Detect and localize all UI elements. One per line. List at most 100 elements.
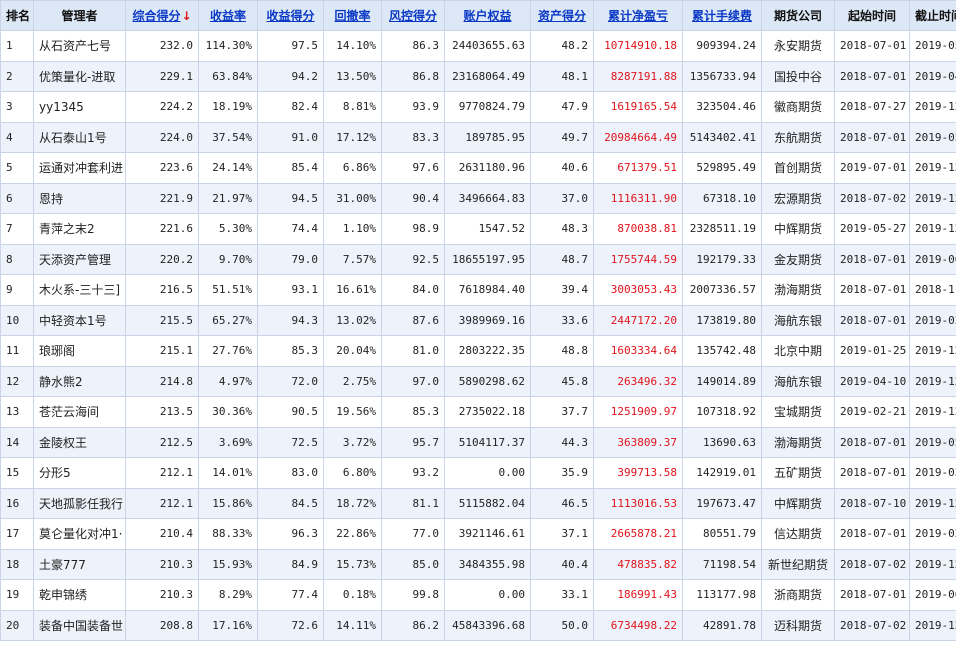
- table-cell-rank: 19: [0, 579, 34, 611]
- table-cell-risk-score: 92.5: [381, 243, 445, 275]
- table-cell-asset-score: 44.3: [530, 426, 594, 458]
- table-cell-risk-score: 85.0: [381, 548, 445, 580]
- table-cell-start: 2018-07-01: [834, 579, 910, 611]
- col-asset-score-sort[interactable]: 资产得分: [530, 0, 594, 31]
- table-cell-start: 2019-02-21: [834, 396, 910, 428]
- table-cell-start: 2019-05-27: [834, 213, 910, 245]
- table-cell-return-score: 85.3: [257, 335, 324, 367]
- table-row: 2 优策量化-进取 229.1 63.84% 94.2 13.50% 86.8 2316806…: [0, 60, 956, 92]
- table-cell-return-rate: 37.54%: [198, 121, 258, 153]
- table-cell-drawdown: 2.75%: [323, 365, 382, 397]
- col-return-rate-sort[interactable]: 收益率: [198, 0, 258, 31]
- table-cell-end: 2019-12-17: [909, 548, 956, 580]
- table-cell-risk-score: 97.6: [381, 152, 445, 184]
- table-cell-composite: 210.3: [125, 548, 199, 580]
- table-cell-fees: 113177.98: [682, 579, 762, 611]
- table-cell-equity: 1547.52: [444, 213, 531, 245]
- table-cell-fees: 149014.89: [682, 365, 762, 397]
- table-row: 11 琅琊阁 215.1 27.76% 85.3 20.04% 81.0 2803222.35…: [0, 335, 956, 367]
- table-cell-return-rate: 27.76%: [198, 335, 258, 367]
- table-cell-asset-score: 40.6: [530, 152, 594, 184]
- col-drawdown-sort[interactable]: 回撤率: [323, 0, 382, 31]
- table-cell-return-score: 93.1: [257, 274, 324, 306]
- table-cell-manager: yy1345: [33, 91, 126, 123]
- col-equity-sort[interactable]: 账户权益: [444, 0, 531, 31]
- table-cell-asset-score: 40.4: [530, 548, 594, 580]
- table-cell-end: 2019-05-08: [909, 30, 956, 62]
- table-cell-risk-score: 95.7: [381, 426, 445, 458]
- table-cell-broker: 徽商期货: [761, 91, 835, 123]
- table-cell-composite: 224.0: [125, 121, 199, 153]
- table-cell-return-score: 84.9: [257, 548, 324, 580]
- table-cell-broker: 中辉期货: [761, 487, 835, 519]
- col-risk-score-sort[interactable]: 风控得分: [381, 0, 445, 31]
- table-cell-end: 2019-02-28: [909, 518, 956, 550]
- table-cell-composite: 221.9: [125, 182, 199, 214]
- table-cell-drawdown: 15.73%: [323, 548, 382, 580]
- table-cell-drawdown: 13.50%: [323, 60, 382, 92]
- table-cell-return-rate: 30.36%: [198, 396, 258, 428]
- col-net-profit-sort[interactable]: 累计净盈亏: [593, 0, 683, 31]
- table-cell-equity: 2803222.35: [444, 335, 531, 367]
- table-cell-asset-score: 48.7: [530, 243, 594, 275]
- table-row: 9 木火系-三十三] 216.5 51.51% 93.1 16.61% 84.0 761898…: [0, 274, 956, 306]
- ranking-table: 排名 管理者 综合得分↓ 收益率 收益得分 回撤率 风控得分 账户权益 资产得分…: [0, 0, 956, 641]
- table-cell-return-score: 72.0: [257, 365, 324, 397]
- table-cell-broker: 海航东银: [761, 304, 835, 336]
- table-cell-broker: 首创期货: [761, 152, 835, 184]
- col-return-score-sort[interactable]: 收益得分: [257, 0, 324, 31]
- table-cell-return-rate: 24.14%: [198, 152, 258, 184]
- col-broker: 期货公司: [761, 0, 835, 31]
- table-cell-net-profit: 20984664.49: [593, 121, 683, 153]
- table-row: 3 yy1345 224.2 18.19% 82.4 8.81% 93.9 9770824.7…: [0, 91, 956, 123]
- table-cell-end: 2019-12-17: [909, 487, 956, 519]
- sort-down-arrow-icon: ↓: [181, 9, 192, 23]
- table-cell-equity: 23168064.49: [444, 60, 531, 92]
- table-cell-net-profit: 478835.82: [593, 548, 683, 580]
- table-cell-broker: 浙商期货: [761, 579, 835, 611]
- table-cell-return-rate: 17.16%: [198, 609, 258, 641]
- table-cell-return-rate: 15.93%: [198, 548, 258, 580]
- table-cell-end: 2019-12-17: [909, 609, 956, 641]
- table-row: 1 从石资产七号 232.0 114.30% 97.5 14.10% 86.3 2440365…: [0, 30, 956, 62]
- table-cell-equity: 18655197.95: [444, 243, 531, 275]
- table-cell-net-profit: 870038.81: [593, 213, 683, 245]
- col-fees-sort[interactable]: 累计手续费: [682, 0, 762, 31]
- table-cell-end: 2019-12-17: [909, 213, 956, 245]
- table-cell-start: 2018-07-01: [834, 60, 910, 92]
- table-cell-fees: 173819.80: [682, 304, 762, 336]
- table-cell-asset-score: 48.2: [530, 30, 594, 62]
- table-cell-composite: 224.2: [125, 91, 199, 123]
- table-cell-asset-score: 48.8: [530, 335, 594, 367]
- table-header: 排名 管理者 综合得分↓ 收益率 收益得分 回撤率 风控得分 账户权益 资产得分…: [0, 0, 956, 31]
- table-cell-asset-score: 33.6: [530, 304, 594, 336]
- table-cell-return-score: 94.3: [257, 304, 324, 336]
- table-cell-return-rate: 65.27%: [198, 304, 258, 336]
- col-composite-label: 综合得分: [132, 9, 181, 23]
- table-cell-net-profit: 2447172.20: [593, 304, 683, 336]
- table-cell-composite: 216.5: [125, 274, 199, 306]
- table-cell-start: 2018-07-27: [834, 91, 910, 123]
- col-composite-sort[interactable]: 综合得分↓: [125, 0, 199, 31]
- table-cell-return-score: 84.5: [257, 487, 324, 519]
- table-cell-rank: 20: [0, 609, 34, 641]
- table-cell-fees: 142919.01: [682, 457, 762, 489]
- table-cell-return-score: 96.3: [257, 518, 324, 550]
- table-cell-composite: 215.1: [125, 335, 199, 367]
- table-cell-asset-score: 45.8: [530, 365, 594, 397]
- table-row: 8 天添资产管理 220.2 9.70% 79.0 7.57% 92.5 18655197.9…: [0, 243, 956, 275]
- table-cell-start: 2019-04-10: [834, 365, 910, 397]
- table-cell-broker: 渤海期货: [761, 426, 835, 458]
- table-cell-manager: 从石泰山1号: [33, 121, 126, 153]
- table-row: 13 苍茫云海间 213.5 30.36% 90.5 19.56% 85.3 2735022.…: [0, 396, 956, 428]
- table-cell-drawdown: 6.80%: [323, 457, 382, 489]
- table-cell-composite: 215.5: [125, 304, 199, 336]
- table-cell-risk-score: 93.2: [381, 457, 445, 489]
- table-cell-net-profit: 8287191.88: [593, 60, 683, 92]
- table-cell-rank: 5: [0, 152, 34, 184]
- table-cell-broker: 迈科期货: [761, 609, 835, 641]
- table-row: 19 乾申锦绣 210.3 8.29% 77.4 0.18% 99.8 0.00 33.1 186…: [0, 579, 956, 611]
- table-cell-composite: 210.3: [125, 579, 199, 611]
- table-cell-fees: 107318.92: [682, 396, 762, 428]
- table-cell-manager: 青萍之末2: [33, 213, 126, 245]
